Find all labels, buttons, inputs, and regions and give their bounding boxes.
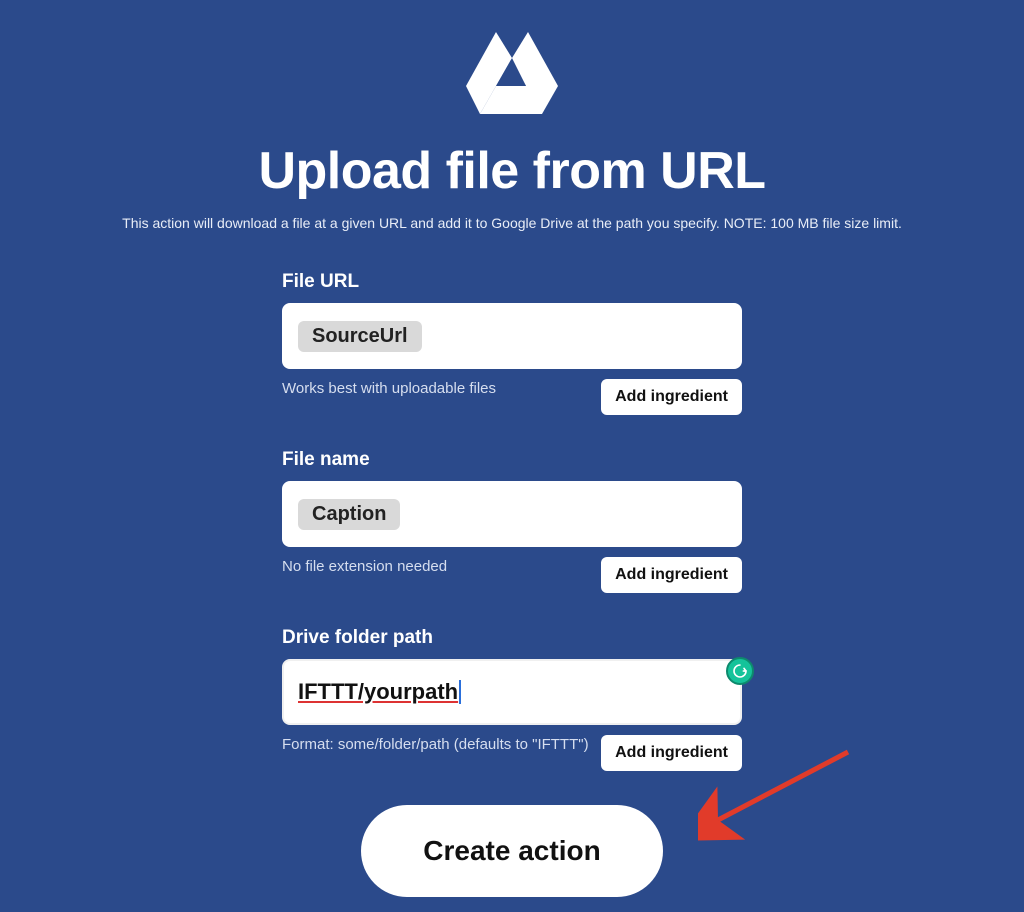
field-file-url: File URL SourceUrl Works best with uploa… bbox=[282, 271, 742, 415]
google-drive-icon bbox=[462, 28, 562, 125]
page-title: Upload file from URL bbox=[0, 141, 1024, 201]
page-subtitle: This action will download a file at a gi… bbox=[0, 215, 1024, 231]
action-form: File URL SourceUrl Works best with uploa… bbox=[282, 271, 742, 897]
add-ingredient-button[interactable]: Add ingredient bbox=[601, 557, 742, 593]
file-name-hint: No file extension needed bbox=[282, 557, 589, 577]
folder-path-hint: Format: some/folder/path (defaults to "I… bbox=[282, 735, 589, 755]
field-file-name: File name Caption No file extension need… bbox=[282, 449, 742, 593]
file-url-label: File URL bbox=[282, 271, 742, 293]
file-url-hint: Works best with uploadable files bbox=[282, 379, 589, 399]
add-ingredient-button[interactable]: Add ingredient bbox=[601, 735, 742, 771]
folder-path-label: Drive folder path bbox=[282, 627, 742, 649]
add-ingredient-button[interactable]: Add ingredient bbox=[601, 379, 742, 415]
text-caret bbox=[459, 680, 461, 704]
grammarly-icon[interactable] bbox=[726, 657, 754, 685]
file-name-input[interactable]: Caption bbox=[282, 481, 742, 547]
file-name-label: File name bbox=[282, 449, 742, 471]
folder-path-value: IFTTT/yourpath bbox=[298, 679, 458, 705]
file-url-input[interactable]: SourceUrl bbox=[282, 303, 742, 369]
ingredient-chip-caption[interactable]: Caption bbox=[298, 499, 400, 530]
folder-path-input[interactable]: IFTTT/yourpath bbox=[282, 659, 742, 725]
ingredient-chip-sourceurl[interactable]: SourceUrl bbox=[298, 321, 422, 352]
create-action-button[interactable]: Create action bbox=[361, 805, 662, 897]
field-folder-path: Drive folder path IFTTT/yourpath Format:… bbox=[282, 627, 742, 771]
